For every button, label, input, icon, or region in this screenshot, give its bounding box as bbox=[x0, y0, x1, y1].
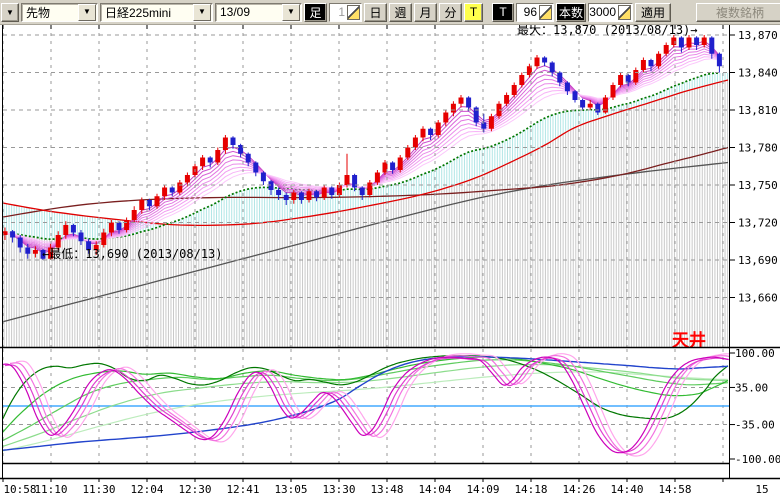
time-axis-label: 12:04 bbox=[130, 483, 163, 496]
chart-menu-dropdown-button[interactable]: ▼ bbox=[1, 3, 19, 22]
chart-application-window: 最大：13,870 (2013/08/13)→ ←最低：13,690 (2013/… bbox=[0, 0, 780, 500]
time-axis-label: 11:30 bbox=[82, 483, 115, 496]
time-axis-label: 12:30 bbox=[178, 483, 211, 496]
multi-symbol-button[interactable]: 複数銘柄 bbox=[696, 3, 780, 22]
period-week-button[interactable]: 週 bbox=[389, 3, 412, 22]
time-axis-label: 14:40 bbox=[610, 483, 643, 496]
instrument-type-select[interactable]: 先物 ▼ bbox=[21, 3, 98, 22]
price-axis-label: 13,720 bbox=[738, 217, 778, 230]
chart-canvas[interactable]: 最大：13,870 (2013/08/13)→ ←最低：13,690 (2013/… bbox=[0, 0, 780, 500]
period-minute-button[interactable]: 分 bbox=[439, 3, 462, 22]
interval-value: 1 bbox=[330, 5, 347, 19]
osc-axis-label: -100.00 bbox=[735, 453, 780, 466]
time-axis-label: 14:26 bbox=[562, 483, 595, 496]
spinner-icon[interactable] bbox=[618, 5, 631, 20]
tick-count-label: T bbox=[492, 3, 514, 22]
bar-count-value: 3000 bbox=[589, 5, 618, 19]
symbol-value: 日経225mini bbox=[105, 4, 171, 21]
main-plot bbox=[0, 35, 728, 347]
tick-count-value: 96 bbox=[517, 5, 539, 19]
min-annotation: ←最低：13,690 (2013/08/13) bbox=[42, 247, 223, 261]
time-axis-label: 13:48 bbox=[370, 483, 403, 496]
price-axis-label: 13,780 bbox=[738, 142, 778, 155]
bar-count-input[interactable]: 3000 bbox=[588, 3, 633, 22]
time-axis-label: 14:18 bbox=[514, 483, 547, 496]
time-axis-label: 14:09 bbox=[466, 483, 499, 496]
oscillator-plot bbox=[0, 354, 744, 456]
max-annotation: 最大：13,870 (2013/08/13)→ bbox=[517, 23, 698, 37]
price-axis-label: 13,690 bbox=[738, 254, 778, 267]
apply-button[interactable]: 適用 bbox=[635, 3, 671, 22]
time-axis-label: 13:30 bbox=[322, 483, 355, 496]
price-axis-label: 13,870 bbox=[738, 29, 778, 42]
time-axis-label: 15 bbox=[755, 483, 768, 496]
price-axis-label: 13,660 bbox=[738, 292, 778, 305]
bar-type-label: 足 bbox=[304, 3, 327, 22]
spinner-icon[interactable] bbox=[347, 5, 360, 20]
chevron-down-icon[interactable]: ▼ bbox=[78, 4, 96, 21]
price-axis-label: 13,810 bbox=[738, 104, 778, 117]
period-tick-button[interactable]: T bbox=[464, 3, 483, 22]
tick-count-input[interactable]: 96 bbox=[516, 3, 554, 22]
price-axis-label: 13,840 bbox=[738, 67, 778, 80]
chevron-down-icon: ▼ bbox=[6, 8, 14, 17]
period-month-button[interactable]: 月 bbox=[414, 3, 437, 22]
time-axis-label: 14:04 bbox=[418, 483, 451, 496]
spinner-icon[interactable] bbox=[539, 5, 552, 20]
chevron-down-icon[interactable]: ▼ bbox=[193, 4, 211, 21]
time-axis-label: 10:58 bbox=[3, 483, 36, 496]
instrument-type-value: 先物 bbox=[26, 4, 50, 21]
time-axis-label: 12:41 bbox=[226, 483, 259, 496]
chevron-down-icon[interactable]: ▼ bbox=[282, 4, 300, 21]
time-axis-label: 13:05 bbox=[274, 483, 307, 496]
osc-axis-label: 35.00 bbox=[735, 381, 768, 394]
contract-month-value: 13/09 bbox=[220, 5, 250, 19]
period-day-button[interactable]: 日 bbox=[364, 3, 387, 22]
osc-axis-label: 100.00 bbox=[735, 347, 775, 360]
osc-axis-label: -35.00 bbox=[735, 419, 775, 432]
bar-count-label: 本数 bbox=[556, 3, 586, 22]
time-axis-label: 14:58 bbox=[658, 483, 691, 496]
time-axis-label: 11:10 bbox=[34, 483, 67, 496]
symbol-select[interactable]: 日経225mini ▼ bbox=[100, 3, 213, 22]
price-axis-label: 13,750 bbox=[738, 179, 778, 192]
toolbar: ▼ 先物 ▼ 日経225mini ▼ 13/09 ▼ 足 1 日 週 月 分 T… bbox=[0, 0, 780, 25]
contract-month-select[interactable]: 13/09 ▼ bbox=[215, 3, 302, 22]
interval-input[interactable]: 1 bbox=[329, 3, 362, 22]
